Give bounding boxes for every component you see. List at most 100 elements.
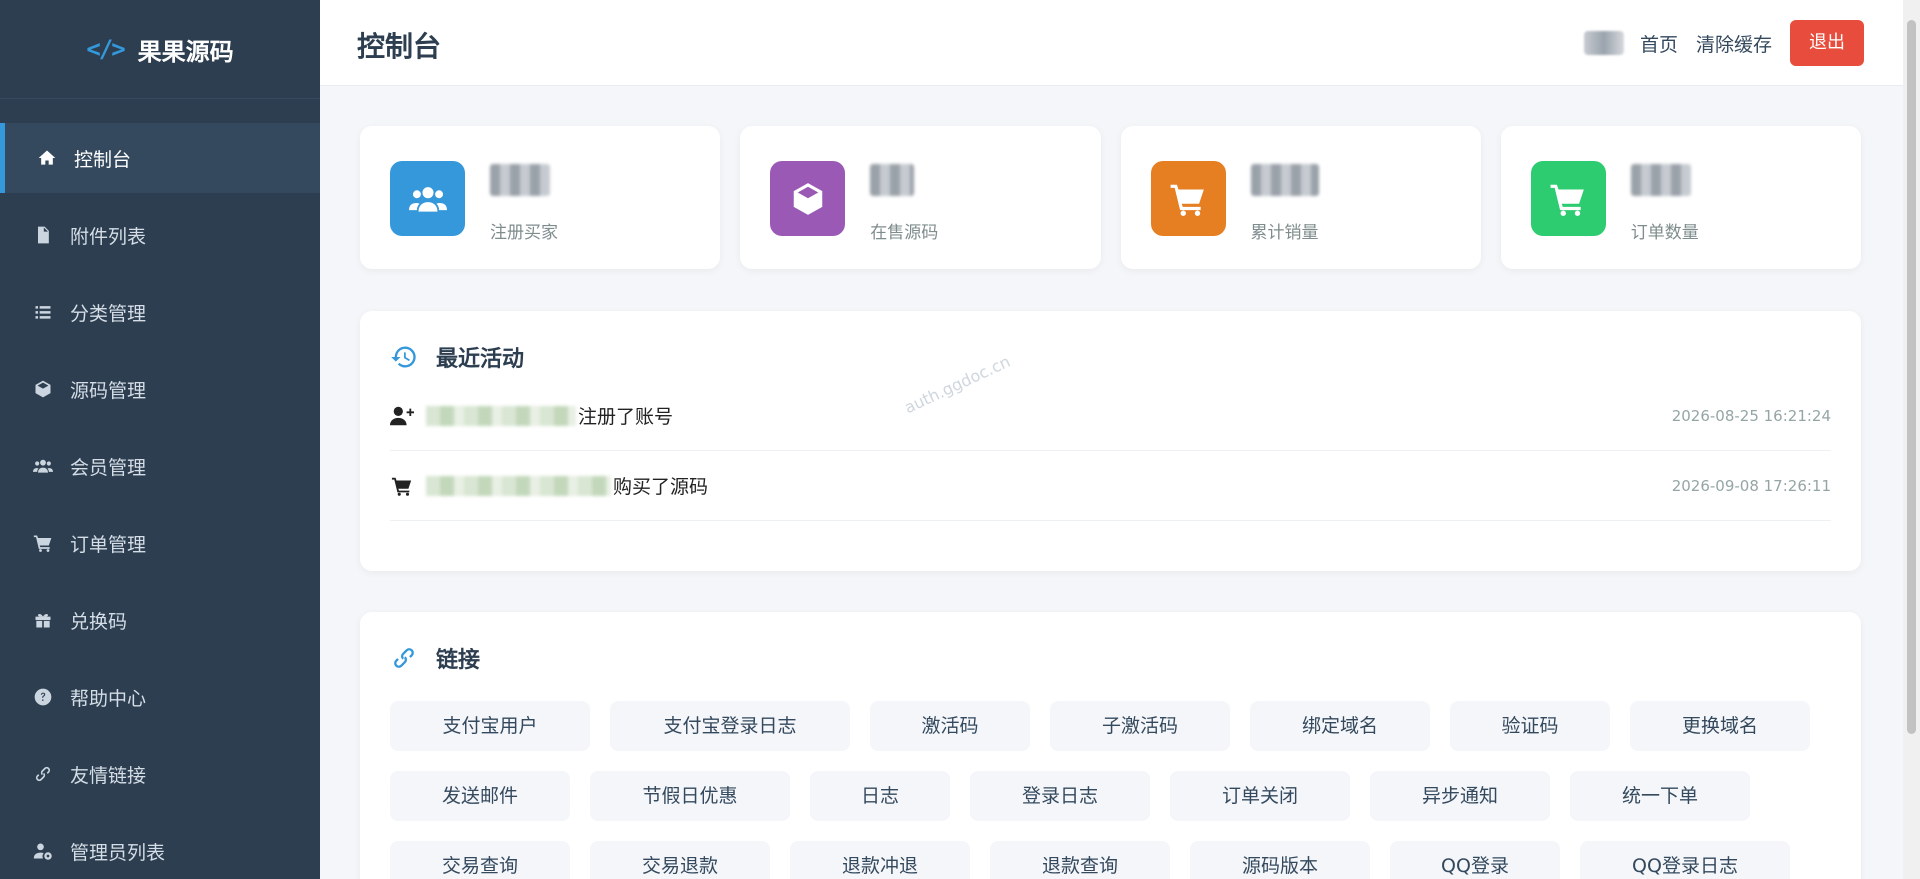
stat-label: 在售源码 xyxy=(870,223,939,243)
sidebar-item-friend-links[interactable]: 友情链接 xyxy=(0,739,320,809)
link-icon xyxy=(394,648,414,668)
link-button[interactable]: 源码版本 xyxy=(1190,841,1370,879)
activity-time: 2026-09-08 17:26:11 xyxy=(1671,476,1831,495)
brand[interactable]: </> 果果源码 xyxy=(0,0,320,99)
link-button[interactable]: 统一下单 xyxy=(1570,771,1750,821)
link-row: 支付宝用户 支付宝登录日志 激活码 子激活码 绑定域名 验证码 更换域名 xyxy=(390,701,1830,751)
link-grid: 支付宝用户 支付宝登录日志 激活码 子激活码 绑定域名 验证码 更换域名 发送邮… xyxy=(390,701,1830,879)
logout-button[interactable]: 退出 xyxy=(1790,20,1864,66)
link-button[interactable]: 订单关闭 xyxy=(1170,771,1350,821)
clear-cache-link[interactable]: 清除缓存 xyxy=(1696,30,1772,57)
page-title: 控制台 xyxy=(357,30,442,63)
link-button[interactable]: QQ登录 xyxy=(1390,841,1560,879)
sidebar: </> 果果源码 控制台 附件列表 分类管理 源码管理 会员管理 订单管理 兑换… xyxy=(0,0,320,879)
vertical-scrollbar[interactable] xyxy=(1903,0,1920,879)
link-button[interactable]: 验证码 xyxy=(1450,701,1610,751)
avatar[interactable] xyxy=(1583,31,1624,55)
link-icon xyxy=(32,763,54,785)
link-button[interactable]: QQ登录日志 xyxy=(1580,841,1790,879)
user-plus-icon xyxy=(390,406,414,425)
activity-title: 最近活动 xyxy=(436,347,525,372)
link-button[interactable]: 更换域名 xyxy=(1630,701,1810,751)
code-icon: </> xyxy=(86,35,125,63)
cart-icon xyxy=(1530,161,1606,236)
stat-card-on-sale: 在售源码 xyxy=(740,126,1101,269)
sidebar-item-members[interactable]: 会员管理 xyxy=(0,431,320,501)
sidebar-item-admins[interactable]: 管理员列表 xyxy=(0,816,320,879)
link-button[interactable]: 登录日志 xyxy=(970,771,1150,821)
recent-activity-panel: 最近活动 注册了账号 2026-08-25 16:21:24 购买了源码 202… xyxy=(360,311,1861,571)
sidebar-item-label: 会员管理 xyxy=(70,456,147,479)
file-icon xyxy=(32,224,54,246)
sidebar-item-label: 订单管理 xyxy=(70,533,147,556)
sidebar-item-label: 源码管理 xyxy=(70,379,147,402)
link-button[interactable]: 退款冲退 xyxy=(790,841,970,879)
sidebar-item-label: 附件列表 xyxy=(70,225,147,248)
stat-value-blurred xyxy=(1250,164,1319,196)
links-panel: 链接 支付宝用户 支付宝登录日志 激活码 子激活码 绑定域名 验证码 更换域名 … xyxy=(360,612,1861,879)
sidebar-item-attachments[interactable]: 附件列表 xyxy=(0,200,320,270)
stat-label: 订单数量 xyxy=(1630,223,1699,243)
cart-icon xyxy=(1150,161,1226,236)
link-button[interactable]: 交易查询 xyxy=(390,841,570,879)
link-button[interactable]: 支付宝用户 xyxy=(390,701,590,751)
panel-title: 链接 xyxy=(390,642,480,674)
stat-card-buyers: 注册买家 xyxy=(360,126,721,269)
link-button[interactable]: 退款查询 xyxy=(990,841,1170,879)
scrollbar-thumb[interactable] xyxy=(1907,20,1916,734)
sidebar-item-label: 友情链接 xyxy=(70,764,147,787)
link-button[interactable]: 日志 xyxy=(810,771,950,821)
link-button[interactable]: 异步通知 xyxy=(1370,771,1550,821)
blurred-username xyxy=(426,405,576,426)
top-header: 控制台 首页 清除缓存 退出 xyxy=(320,0,1920,86)
sidebar-item-label: 分类管理 xyxy=(70,302,147,325)
link-row: 发送邮件 节假日优惠 日志 登录日志 订单关闭 异步通知 统一下单 xyxy=(390,771,1830,821)
stat-label: 注册买家 xyxy=(490,223,558,243)
link-button[interactable]: 绑定域名 xyxy=(1250,701,1430,751)
link-button[interactable]: 交易退款 xyxy=(590,841,770,879)
link-button[interactable]: 节假日优惠 xyxy=(590,771,790,821)
sidebar-item-label: 帮助中心 xyxy=(70,687,147,710)
sidebar-item-redeem-codes[interactable]: 兑换码 xyxy=(0,585,320,655)
activity-row: 购买了源码 2026-09-08 17:26:11 xyxy=(390,451,1831,521)
links-title: 链接 xyxy=(436,648,481,673)
gift-icon xyxy=(32,609,54,631)
header-actions: 首页 清除缓存 退出 xyxy=(1583,20,1864,66)
home-icon xyxy=(36,147,58,169)
users-icon xyxy=(390,161,465,236)
box-icon xyxy=(770,161,846,236)
history-icon xyxy=(391,346,416,368)
stat-value-blurred xyxy=(870,164,915,196)
sidebar-item-source-code[interactable]: 源码管理 xyxy=(0,354,320,424)
sidebar-nav: 控制台 附件列表 分类管理 源码管理 会员管理 订单管理 兑换码 帮助中心 友情… xyxy=(0,123,320,879)
home-link[interactable]: 首页 xyxy=(1640,30,1678,57)
stat-value-blurred xyxy=(490,164,550,196)
link-row: 交易查询 交易退款 退款冲退 退款查询 源码版本 QQ登录 QQ登录日志 xyxy=(390,841,1830,879)
sidebar-item-dashboard[interactable]: 控制台 xyxy=(0,123,320,193)
activity-text: 购买了源码 xyxy=(613,476,709,498)
stat-label: 累计销量 xyxy=(1250,223,1319,243)
cart-icon xyxy=(391,477,412,496)
sidebar-item-label: 管理员列表 xyxy=(70,841,166,864)
sidebar-item-help-center[interactable]: 帮助中心 xyxy=(0,662,320,732)
brand-name: 果果源码 xyxy=(137,37,234,66)
activity-row: 注册了账号 2026-08-25 16:21:24 xyxy=(390,381,1831,451)
link-button[interactable]: 子激活码 xyxy=(1050,701,1230,751)
sidebar-item-label: 兑换码 xyxy=(70,610,128,633)
sidebar-item-label: 控制台 xyxy=(74,148,132,171)
link-button[interactable]: 发送邮件 xyxy=(390,771,570,821)
stat-value-blurred xyxy=(1630,164,1691,196)
users-icon xyxy=(32,455,54,477)
link-button[interactable]: 激活码 xyxy=(870,701,1030,751)
cube-icon xyxy=(32,378,54,400)
question-icon xyxy=(32,686,54,708)
panel-title: 最近活动 xyxy=(390,341,524,373)
link-button[interactable]: 支付宝登录日志 xyxy=(610,701,850,751)
sidebar-item-categories[interactable]: 分类管理 xyxy=(0,277,320,347)
cart-icon xyxy=(32,532,54,554)
stats-row: 注册买家 在售源码 累计销量 订单数量 xyxy=(360,126,1861,269)
stat-card-total-sales: 累计销量 xyxy=(1120,126,1481,269)
user-gear-icon xyxy=(32,840,54,862)
stat-card-order-count: 订单数量 xyxy=(1500,126,1861,269)
sidebar-item-orders[interactable]: 订单管理 xyxy=(0,508,320,578)
